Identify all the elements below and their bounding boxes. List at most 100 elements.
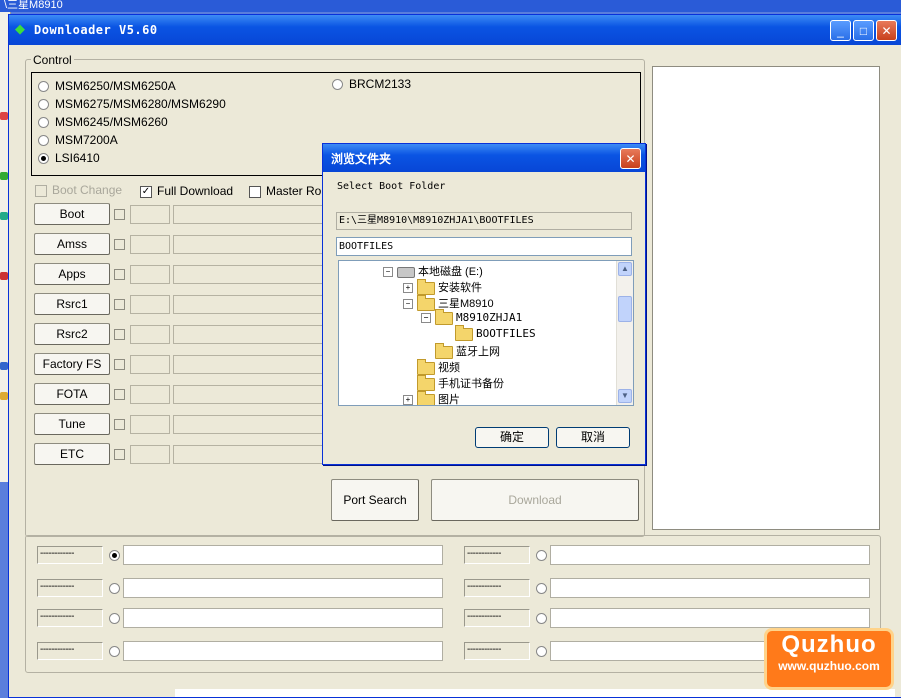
radio-label: LSI6410	[55, 151, 100, 165]
close-button[interactable]: ✕	[876, 20, 897, 41]
tree-scrollbar[interactable]: ▲ ▼	[616, 261, 633, 405]
radio-msm6275[interactable]: MSM6275/MSM6280/MSM6290	[38, 97, 226, 111]
tree-node-folder[interactable]: 手机证书备份	[417, 374, 504, 391]
port-radio[interactable]	[109, 646, 120, 657]
radio-dot[interactable]	[38, 135, 49, 147]
tree-node-folder[interactable]: 蓝牙上网	[435, 342, 500, 359]
folder-icon	[417, 358, 435, 375]
factory-fs-path-field	[173, 355, 323, 374]
expand-icon[interactable]: +	[403, 395, 413, 405]
rsrc2-button[interactable]: Rsrc2	[34, 323, 110, 345]
tree-node-folder[interactable]: − 三星M8910	[403, 294, 494, 311]
boot-button[interactable]: Boot	[34, 203, 110, 225]
collapse-icon[interactable]: −	[403, 299, 413, 310]
boot-checkbox[interactable]	[114, 209, 125, 220]
fota-button[interactable]: FOTA	[34, 383, 110, 405]
port-label: ------------	[464, 579, 530, 597]
folder-icon	[417, 390, 435, 405]
port-radio[interactable]	[536, 613, 547, 624]
collapse-icon[interactable]: −	[383, 267, 393, 278]
app-icon	[0, 392, 8, 400]
folder-icon	[417, 374, 435, 391]
folder-name-input[interactable]: BOOTFILES	[336, 237, 632, 256]
checkbox-box[interactable]	[249, 185, 261, 198]
radio-msm6245[interactable]: MSM6245/MSM6260	[38, 115, 168, 129]
amss-checkbox[interactable]	[114, 239, 125, 250]
master-root-checkbox[interactable]: Master Ro	[249, 184, 321, 198]
radio-dot[interactable]	[38, 99, 49, 111]
port-radio[interactable]	[536, 646, 547, 657]
amss-button[interactable]: Amss	[34, 233, 110, 255]
collapse-icon[interactable]: −	[421, 313, 431, 323]
tune-path-field	[173, 415, 323, 434]
radio-msm7200a[interactable]: MSM7200A	[38, 133, 118, 147]
radio-dot-selected[interactable]	[38, 153, 49, 165]
tree-node-folder[interactable]: 视频	[417, 358, 460, 375]
factory-fs-size-field	[130, 355, 170, 374]
radio-lsi6410[interactable]: LSI6410	[38, 151, 100, 165]
tree-node-label: BOOTFILES	[476, 327, 536, 340]
download-button[interactable]: Download	[431, 479, 639, 521]
folder-tree[interactable]: − 本地磁盘 (E:) + 安装软件 − 三星M8910 − M8910ZHJA1 BO…	[338, 260, 634, 406]
tree-node-folder[interactable]: − M8910ZHJA1	[421, 308, 522, 325]
full-download-checkbox[interactable]: ✓ Full Download	[140, 184, 233, 198]
scroll-down-button[interactable]: ▼	[618, 389, 632, 403]
browse-folder-dialog: 浏览文件夹 ✕ Select Boot Folder E:\三星M8910\M8…	[322, 143, 646, 465]
radio-dot[interactable]	[38, 117, 49, 129]
port-radio[interactable]	[536, 583, 547, 594]
minimize-button[interactable]: _	[830, 20, 851, 41]
port-radio[interactable]	[109, 613, 120, 624]
scroll-up-button[interactable]: ▲	[618, 262, 632, 276]
title-bar[interactable]: ◆ Downloader V5.60 _ □ ✕	[9, 15, 901, 45]
radio-dot[interactable]	[332, 79, 343, 91]
apps-path-field	[173, 265, 323, 284]
log-panel	[652, 66, 880, 530]
checkmark-icon[interactable]: ✓	[140, 185, 152, 198]
tree-node-drive-e[interactable]: − 本地磁盘 (E:)	[383, 263, 483, 279]
port-search-button[interactable]: Port Search	[331, 479, 419, 521]
scroll-thumb[interactable]	[618, 296, 632, 322]
factory-fs-button[interactable]: Factory FS	[34, 353, 110, 375]
checkbox-box[interactable]	[35, 184, 47, 197]
ok-button[interactable]: 确定	[475, 427, 549, 448]
radio-brcm2133[interactable]: BRCM2133	[332, 77, 411, 91]
radio-msm6250[interactable]: MSM6250/MSM6250A	[38, 79, 176, 93]
tree-node-folder[interactable]: + 安装软件	[403, 278, 482, 295]
expand-icon[interactable]: +	[403, 283, 413, 294]
dialog-close-button[interactable]: ✕	[620, 148, 641, 169]
etc-checkbox[interactable]	[114, 449, 125, 460]
apps-checkbox[interactable]	[114, 269, 125, 280]
open-folder-icon	[455, 324, 473, 341]
tune-checkbox[interactable]	[114, 419, 125, 430]
tree-node-folder[interactable]: + 图片	[403, 390, 460, 405]
boot-path-field	[173, 205, 323, 224]
maximize-button[interactable]: □	[853, 20, 874, 41]
amss-size-field	[130, 235, 170, 254]
dialog-title-bar[interactable]: 浏览文件夹 ✕	[323, 144, 645, 172]
apps-button[interactable]: Apps	[34, 263, 110, 285]
quzhuo-watermark: Quzhuo www.quzhuo.com	[764, 628, 894, 690]
rsrc2-checkbox[interactable]	[114, 329, 125, 340]
factory-fs-checkbox[interactable]	[114, 359, 125, 370]
port-radio[interactable]	[109, 583, 120, 594]
control-legend: Control	[31, 53, 74, 67]
tune-button[interactable]: Tune	[34, 413, 110, 435]
fota-checkbox[interactable]	[114, 389, 125, 400]
app-icon	[0, 112, 8, 120]
port-label: ------------	[37, 546, 103, 564]
watermark-brand: Quzhuo	[781, 631, 877, 658]
tune-size-field	[130, 415, 170, 434]
dialog-prompt: Select Boot Folder	[337, 181, 446, 192]
etc-button[interactable]: ETC	[34, 443, 110, 465]
tree-node-selected[interactable]: BOOTFILES	[455, 324, 536, 341]
port-status-field	[550, 578, 870, 598]
port-radio[interactable]	[536, 550, 547, 561]
rsrc1-checkbox[interactable]	[114, 299, 125, 310]
rsrc1-button[interactable]: Rsrc1	[34, 293, 110, 315]
port-status-field	[123, 641, 443, 661]
radio-dot[interactable]	[38, 81, 49, 93]
boot-change-checkbox[interactable]: Boot Change	[35, 183, 122, 197]
cancel-button[interactable]: 取消	[556, 427, 630, 448]
fota-size-field	[130, 385, 170, 404]
port-radio-selected[interactable]	[109, 550, 120, 561]
